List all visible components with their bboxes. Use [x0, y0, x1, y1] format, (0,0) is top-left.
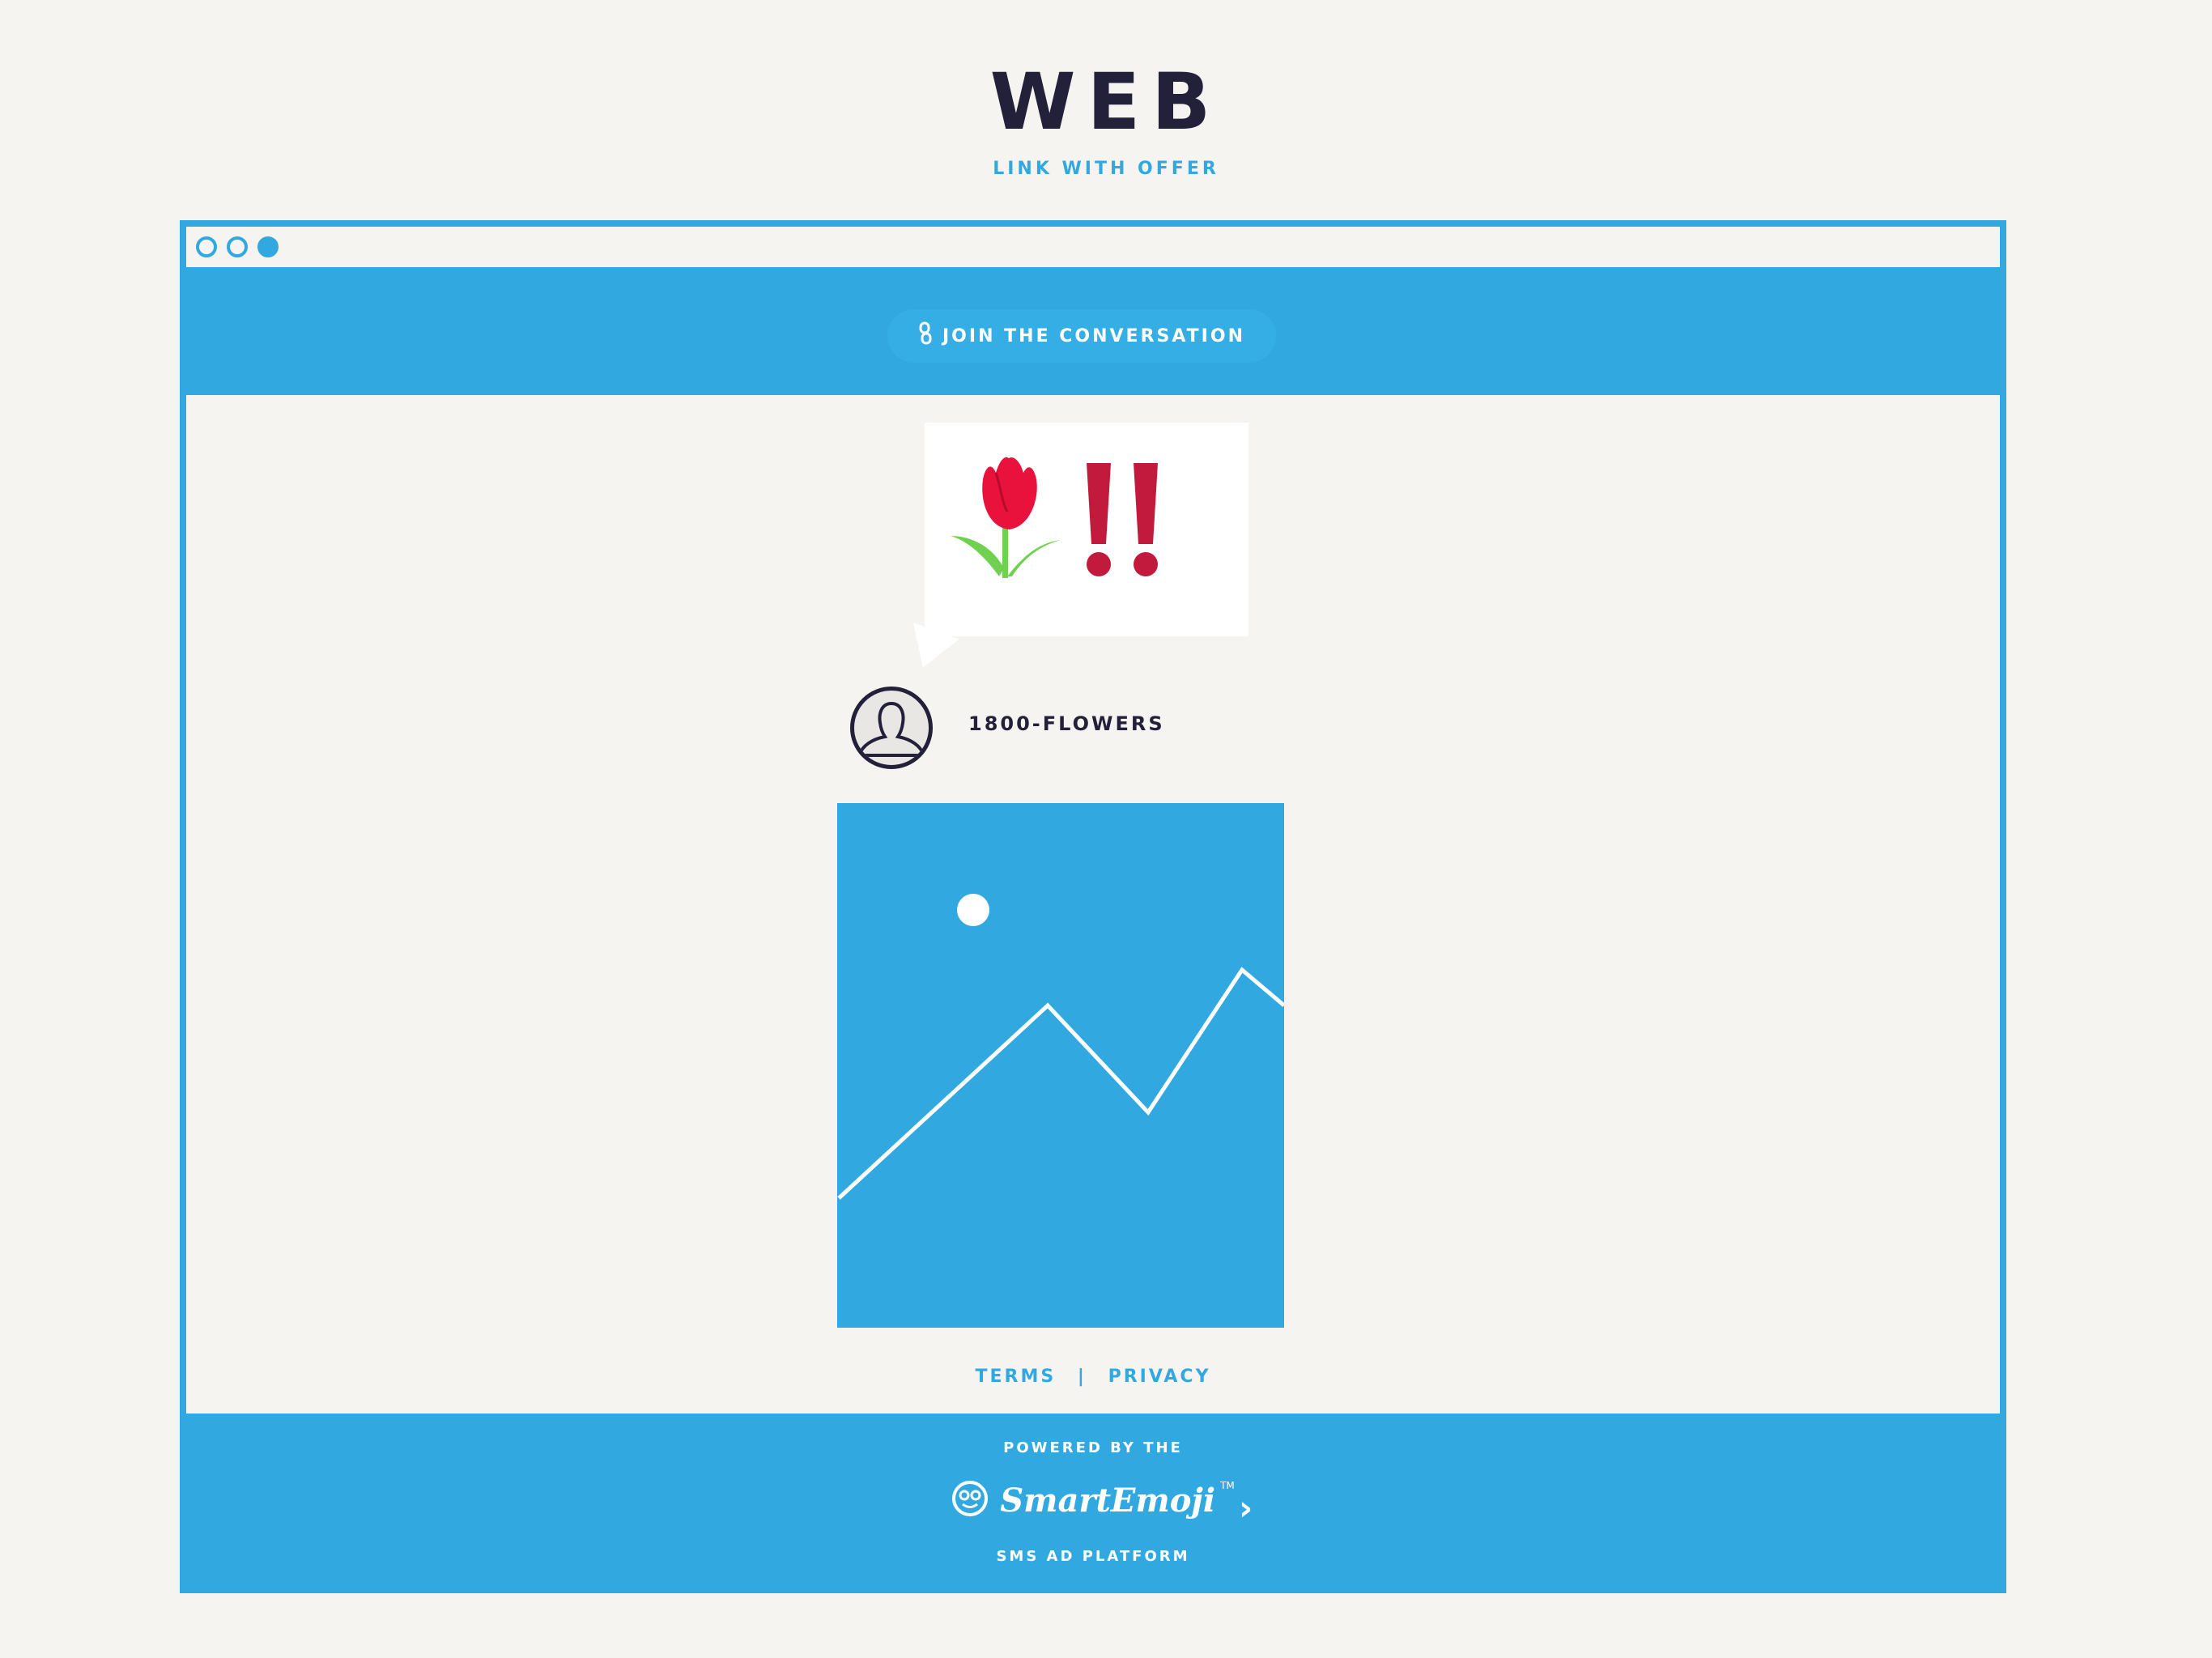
avatar	[850, 687, 933, 769]
brand-name: SmartEmoji	[1000, 1481, 1216, 1520]
trademark-mark: TM	[1220, 1480, 1235, 1491]
page-title: WEB	[989, 57, 1223, 147]
footer-links: TERMS | PRIVACY	[186, 1367, 2000, 1387]
double-exclamation-icon	[1087, 463, 1158, 576]
window-minimize-dot[interactable]	[227, 236, 248, 257]
sender-name: 1800-FLOWERS	[968, 712, 1165, 735]
join-conversation-button[interactable]: JOIN THE CONVERSATION	[887, 309, 1276, 363]
terms-link[interactable]: TERMS	[976, 1367, 1057, 1387]
brand-link[interactable]: SmartEmoji TM	[186, 1480, 2000, 1520]
emoji-message	[951, 457, 1158, 578]
user-silhouette-icon	[857, 701, 926, 757]
chevron-right-icon[interactable]: ›	[1239, 1488, 1253, 1528]
smiley-icon	[951, 1480, 989, 1520]
platform-tagline: SMS AD PLATFORM	[996, 1548, 1190, 1565]
page-header: JOIN THE CONVERSATION	[186, 274, 2000, 395]
window-close-dot[interactable]	[196, 236, 217, 257]
page-subtitle: LINK WITH OFFER	[993, 159, 1219, 179]
powered-by-text: POWERED BY THE	[1003, 1439, 1183, 1456]
message-bubble	[900, 423, 1249, 676]
browser-window: JOIN THE CONVERSATION 1800-FLOWERS TERMS…	[180, 220, 2006, 1593]
image-placeholder-icon	[837, 894, 1286, 1200]
link-separator: |	[1077, 1367, 1087, 1387]
message-image[interactable]	[837, 803, 1286, 1328]
tulip-icon	[951, 457, 1061, 578]
message-content: 1800-FLOWERS TERMS | PRIVACY	[186, 395, 2000, 1414]
privacy-link[interactable]: PRIVACY	[1108, 1367, 1211, 1387]
window-maximize-dot[interactable]	[257, 236, 279, 257]
link-icon	[918, 321, 933, 351]
page-footer: POWERED BY THE SmartEmoji TM › SMS AD PL…	[186, 1414, 2000, 1587]
join-conversation-label: JOIN THE CONVERSATION	[942, 325, 1245, 346]
window-titlebar	[186, 227, 2000, 274]
bubble-tail	[900, 623, 959, 676]
